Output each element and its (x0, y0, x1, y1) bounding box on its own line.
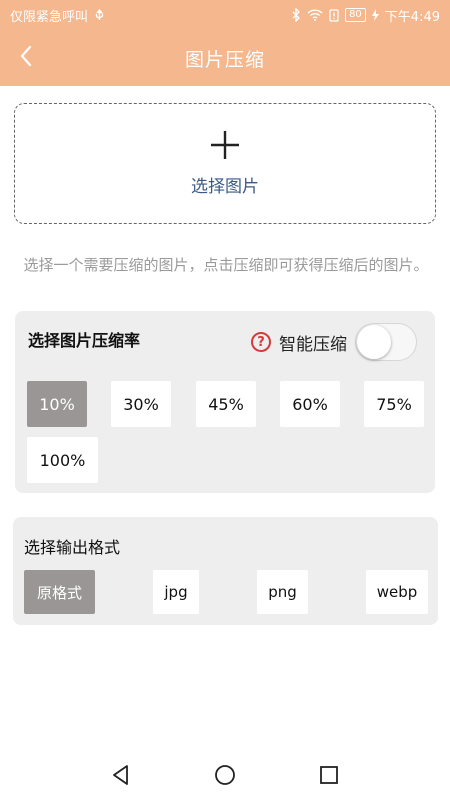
back-button[interactable] (10, 42, 42, 74)
square-recents-icon (320, 766, 338, 784)
wifi-icon (307, 9, 323, 21)
sim-alert-icon (329, 8, 339, 22)
plus-icon (210, 130, 240, 164)
circle-home-icon (215, 765, 235, 785)
rate-option-10[interactable]: 10% (27, 381, 87, 427)
smart-compress-toggle[interactable] (355, 323, 417, 361)
smart-compress-label: 智能压缩 (279, 334, 347, 355)
compression-rate-title: 选择图片压缩率 (28, 331, 141, 350)
rate-option-60[interactable]: 60% (280, 381, 340, 427)
usb-icon (94, 8, 105, 22)
rate-option-75[interactable]: 75% (364, 381, 424, 427)
bluetooth-icon (291, 8, 301, 22)
format-option-jpg[interactable]: jpg (153, 570, 199, 614)
status-time: 下午4:49 (384, 9, 440, 25)
output-format-panel: 选择输出格式 原格式 jpg png webp (13, 517, 438, 625)
format-option-png[interactable]: png (257, 570, 308, 614)
select-image-label: 选择图片 (191, 177, 259, 197)
triangle-back-icon (113, 765, 128, 785)
rate-option-30[interactable]: 30% (111, 381, 171, 427)
nav-home-button[interactable] (210, 760, 240, 790)
carrier-text: 仅限紧急呼叫 (10, 9, 89, 25)
help-icon[interactable]: ? (251, 332, 271, 352)
charging-icon (371, 9, 379, 21)
rate-option-100[interactable]: 100% (27, 437, 98, 483)
toggle-knob (357, 325, 391, 359)
instruction-text: 选择一个需要压缩的图片，点击压缩即可获得压缩后的图片。 (23, 256, 429, 274)
format-option-original[interactable]: 原格式 (24, 570, 95, 614)
nav-back-button[interactable] (106, 760, 136, 790)
output-format-title: 选择输出格式 (24, 538, 121, 557)
system-nav-bar (0, 750, 450, 800)
app-bar: 图片压缩 (0, 30, 450, 86)
rate-option-45[interactable]: 45% (196, 381, 256, 427)
image-compress-screen: 仅限紧急呼叫 80 下午4:49 图片压缩 选择图片 选择一个需要压缩的图片，点… (0, 0, 450, 800)
status-bar: 仅限紧急呼叫 80 下午4:49 (0, 0, 450, 30)
battery-level: 80 (345, 8, 366, 22)
chevron-left-icon (19, 45, 33, 71)
compression-rate-panel: 选择图片压缩率 ? 智能压缩 10% 30% 45% 60% 75% 100% (15, 311, 435, 493)
select-image-button[interactable]: 选择图片 (14, 103, 436, 224)
page-title: 图片压缩 (184, 48, 265, 71)
format-option-webp[interactable]: webp (366, 570, 428, 614)
nav-recents-button[interactable] (314, 760, 344, 790)
smart-compress-group: ? 智能压缩 (251, 323, 417, 361)
